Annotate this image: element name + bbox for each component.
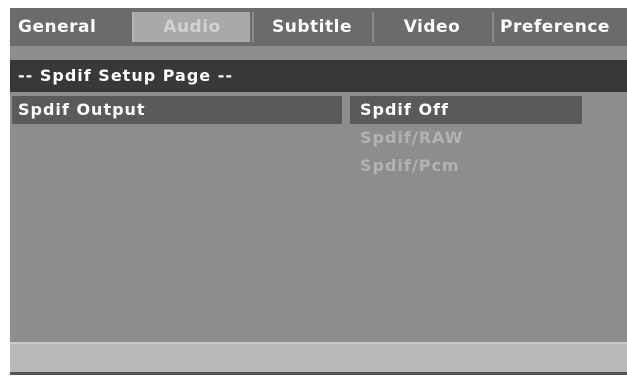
option-spdif-raw: Spdif/RAW — [360, 128, 464, 147]
setting-spdif-output[interactable]: Spdif Output — [12, 96, 342, 124]
settings-panel: Spdif Output Spdif Off Spdif/RAW Spdif/P… — [10, 92, 627, 342]
option-spdif-pcm: Spdif/Pcm — [360, 156, 460, 175]
option-spdif-off[interactable]: Spdif Off — [350, 96, 582, 124]
tab-bar: General Audio Subtitle Video Preference — [10, 8, 627, 46]
tab-subtitle[interactable]: Subtitle — [252, 12, 370, 42]
tab-general[interactable]: General — [12, 12, 130, 42]
page-title: -- Spdif Setup Page -- — [10, 60, 627, 92]
tab-separator-strip — [10, 46, 627, 60]
footer-bar — [10, 342, 627, 372]
tab-audio[interactable]: Audio — [132, 12, 250, 42]
tab-video[interactable]: Video — [372, 12, 490, 42]
setup-menu-screen: General Audio Subtitle Video Preference … — [10, 8, 627, 375]
tab-preference[interactable]: Preference — [492, 12, 627, 42]
screen-bottom-edge — [10, 372, 627, 375]
